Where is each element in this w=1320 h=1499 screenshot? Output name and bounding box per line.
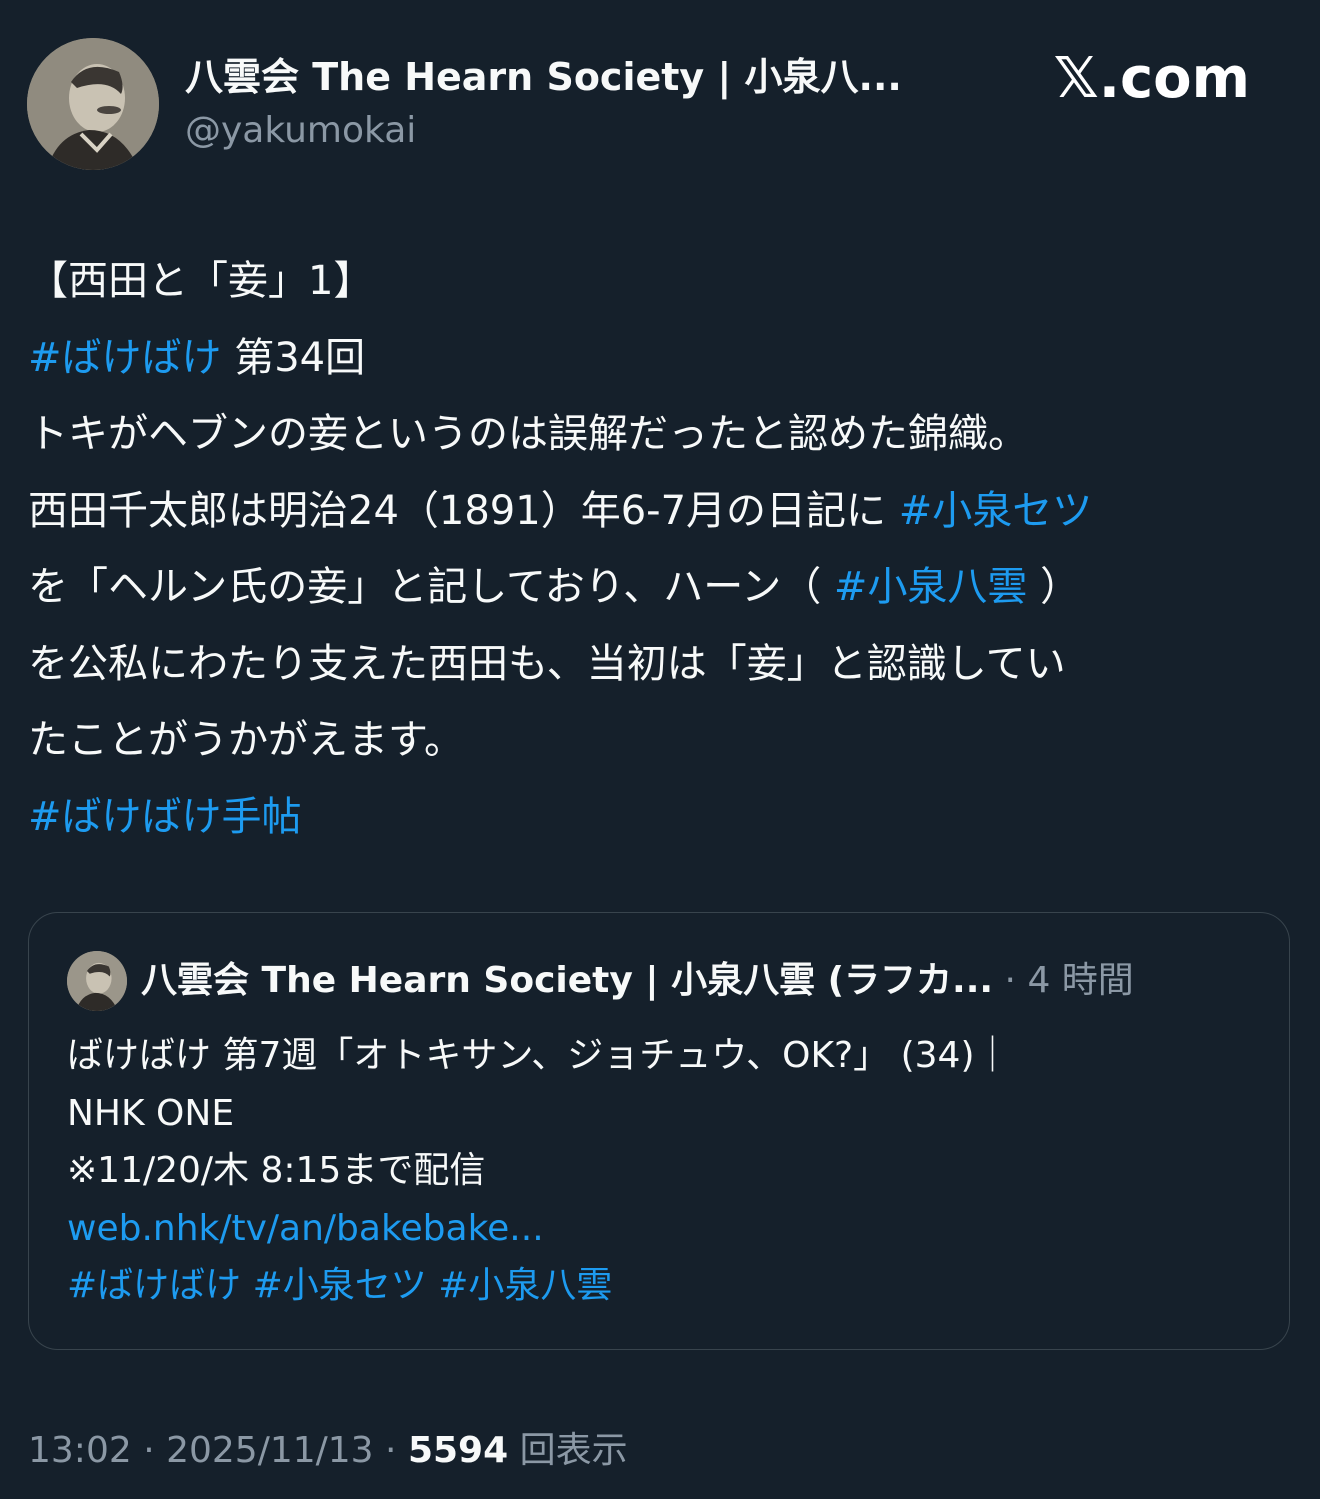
tweet-line: を公私にわたり支えた西田も、当初は「妾」と認識してい <box>28 640 1066 687</box>
hashtag-link[interactable]: #ばけばけ手帖 <box>28 794 302 840</box>
tweet-line: トキがヘブンの妾というのは誤解だったと認めた錦織。 <box>28 411 1028 457</box>
hashtag-link[interactable]: #ばけばけ <box>28 335 222 381</box>
quoted-header: 八雲会 The Hearn Society | 小泉八雲 (ラフカ... · 4… <box>141 953 1134 1009</box>
view-count-label: 回表示 <box>508 1430 628 1471</box>
author-display-name[interactable]: 八雲会 The Hearn Society | 小泉八... <box>185 50 902 104</box>
quoted-author-name[interactable]: 八雲会 The Hearn Society | 小泉八雲 (ラフカ... <box>141 960 993 1001</box>
tweet-line: 西田千太郎は明治24（1891）年6-7月の日記に #小泉セツ <box>28 473 1290 550</box>
hashtag-link[interactable]: #小泉八雲 <box>834 564 1028 610</box>
tweet-line: たことがうかがえます。 <box>28 717 464 763</box>
hashtag-link[interactable]: #ばけばけ <box>67 1265 241 1306</box>
hashtag-link[interactable]: #小泉八雲 <box>438 1265 612 1306</box>
portrait-image <box>67 951 127 1011</box>
quoted-line: ばけばけ 第7週「オトキサン、ジョチュウ、OK?」 (34)｜ <box>67 1035 1011 1076</box>
tweet-line-text: を「ヘルン氏の妾」と記しており、ハーン（ <box>28 564 834 610</box>
quoted-text: ばけばけ 第7週「オトキサン、ジョチュウ、OK?」 (34)｜ NHK ONE … <box>67 1027 1257 1315</box>
hashtag-link[interactable]: #小泉セツ <box>253 1265 427 1306</box>
quoted-timestamp[interactable]: 4 時間 <box>1027 960 1133 1001</box>
quoted-author-avatar[interactable] <box>67 951 127 1011</box>
tweet-line: #ばけばけ手帖 <box>28 779 1290 856</box>
tweet-text: 【西田と「妾」1】 #ばけばけ 第34回 トキがヘブンの妾というのは誤解だったと… <box>28 243 1290 855</box>
separator-dot: · <box>373 1430 408 1471</box>
tweet-time[interactable]: 13:02 <box>28 1430 132 1471</box>
hashtag-link[interactable]: #小泉セツ <box>899 488 1093 534</box>
quoted-url-link[interactable]: web.nhk/tv/an/bakebake... <box>67 1208 544 1249</box>
tweet-metadata: 13:02 · 2025/11/13 · 5594 回表示 <box>28 1424 628 1478</box>
x-logo-icon[interactable]: 𝕏.com <box>1054 46 1250 112</box>
tweet-line: 【西田と「妾」1】 <box>28 258 374 304</box>
author-handle[interactable]: @yakumokai <box>185 106 416 156</box>
tweet-date[interactable]: 2025/11/13 <box>166 1430 374 1471</box>
view-count: 5594 <box>407 1430 509 1471</box>
quoted-line: web.nhk/tv/an/bakebake... <box>67 1200 1257 1258</box>
portrait-image <box>27 38 159 170</box>
tweet-line-text: ） <box>1027 564 1081 610</box>
quoted-tweet-card[interactable]: 八雲会 The Hearn Society | 小泉八雲 (ラフカ... · 4… <box>28 912 1290 1350</box>
tweet-line-text: 第34回 <box>221 334 366 381</box>
separator-dot: · <box>993 960 1028 1001</box>
author-avatar[interactable] <box>27 38 159 170</box>
tweet-line: を「ヘルン氏の妾」と記しており、ハーン（ #小泉八雲 ） <box>28 549 1290 626</box>
quoted-line: NHK ONE <box>67 1092 235 1134</box>
separator-dot: · <box>131 1430 167 1471</box>
quoted-line: #ばけばけ #小泉セツ #小泉八雲 <box>67 1257 1257 1315</box>
tweet-line-text: 西田千太郎は明治24（1891）年6-7月の日記に <box>28 487 899 534</box>
quoted-line: ※11/20/木 8:15まで配信 <box>67 1150 486 1191</box>
tweet-line: #ばけばけ 第34回 <box>28 320 1290 397</box>
